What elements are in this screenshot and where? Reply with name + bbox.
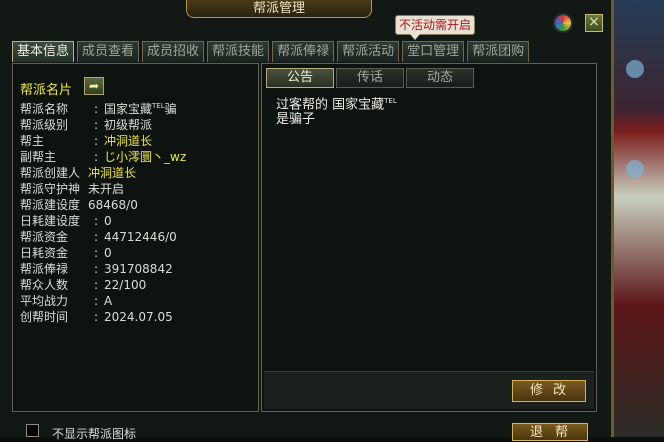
tab-guild-events[interactable]: 帮派活动 (337, 41, 400, 62)
info-row-funds: 帮派资金:44712446/0 (20, 230, 177, 244)
leader-name[interactable]: 冲洞道长 (104, 134, 152, 148)
edit-announcement-button[interactable]: 修改 (512, 380, 586, 402)
tab-guild-group-buy[interactable]: 帮派团购 (467, 41, 530, 62)
main-tabs: 基本信息 成员查看 成员招收 帮派技能 帮派俸禄 帮派活动 堂口管理 帮派团购 (12, 41, 532, 63)
info-row-salary: 帮派俸禄:391708842 (20, 262, 173, 276)
guild-emblem-icon[interactable] (553, 13, 573, 33)
info-row-level: 帮派级别: 初级帮派 (20, 118, 153, 132)
founder-name[interactable]: 冲洞道长 (88, 166, 136, 180)
info-row-vice: 副帮主: じ小澪圜丶_wz (20, 150, 187, 164)
tab-activity[interactable]: 动态 (406, 68, 474, 88)
scene-character-icon (626, 60, 644, 78)
guild-card-title: 帮派名片 (20, 83, 73, 98)
tab-hall-management[interactable]: 堂口管理 (402, 41, 465, 62)
info-row-leader: 帮主: 冲洞道长 (20, 134, 153, 148)
tab-member-recruit[interactable]: 成员招收 (142, 41, 205, 62)
info-row-build: 帮派建设度 68468/0 (20, 198, 138, 212)
tab-announcement[interactable]: 公告 (266, 68, 334, 88)
info-row-members: 帮众人数:22/100 (20, 278, 147, 292)
info-row-power: 平均战力: A (20, 294, 113, 308)
info-row-guardian: 帮派守护神 未开启 (20, 182, 125, 196)
vice-leader-name[interactable]: じ小澪圜丶_wz (104, 150, 186, 164)
leave-guild-button[interactable]: 退帮 (512, 423, 588, 441)
tab-guild-salary[interactable]: 帮派俸禄 (272, 41, 335, 62)
tab-basic-info[interactable]: 基本信息 (12, 41, 75, 62)
hide-guild-icon-checkbox[interactable] (26, 424, 39, 437)
bottom-bar: 不显示帮派图标 退帮 (0, 417, 611, 441)
info-row-daily-build: 日耗建设度:0 (20, 214, 112, 228)
notice-footer: 修改 (264, 371, 594, 409)
notice-tabs: 公告 传话 动态 (266, 68, 476, 88)
notice-panel: 公告 传话 动态 过客帮的 国家宝藏TEL 是骗子 修改 (261, 63, 597, 412)
guild-management-window: 帮派管理 不活动需开启 × 基本信息 成员查看 成员招收 帮派技能 帮派俸禄 帮… (0, 0, 614, 441)
info-row-created: 创帮时间:2024.07.05 (20, 310, 173, 324)
scene-character-icon (626, 160, 644, 178)
hide-guild-icon-label: 不显示帮派图标 (52, 427, 137, 441)
info-row-daily-funds: 日耗资金:0 (20, 246, 112, 260)
guild-name-value: 国家宝藏 (104, 102, 153, 116)
tab-member-view[interactable]: 成员查看 (77, 41, 140, 62)
close-button[interactable]: × (585, 14, 603, 32)
activity-notice-tag[interactable]: 不活动需开启 (395, 15, 475, 40)
window-title: 帮派管理 (186, 0, 372, 18)
share-arrow-icon[interactable]: ➦ (84, 77, 104, 95)
info-row-name: 帮派名称: 国家宝藏TEL骗 (20, 102, 177, 116)
game-scene-background (614, 0, 664, 437)
tab-message[interactable]: 传话 (336, 68, 404, 88)
tab-guild-skills[interactable]: 帮派技能 (207, 41, 270, 62)
basic-info-panel: 帮派名片 ➦ 帮派名称: 国家宝藏TEL骗 帮派级别: 初级帮派 帮主: 冲洞道长 副… (12, 63, 259, 412)
announcement-text: 过客帮的 国家宝藏TEL 是骗子 (276, 97, 397, 128)
info-row-founder: 帮派创建人 冲洞道长 (20, 166, 137, 180)
